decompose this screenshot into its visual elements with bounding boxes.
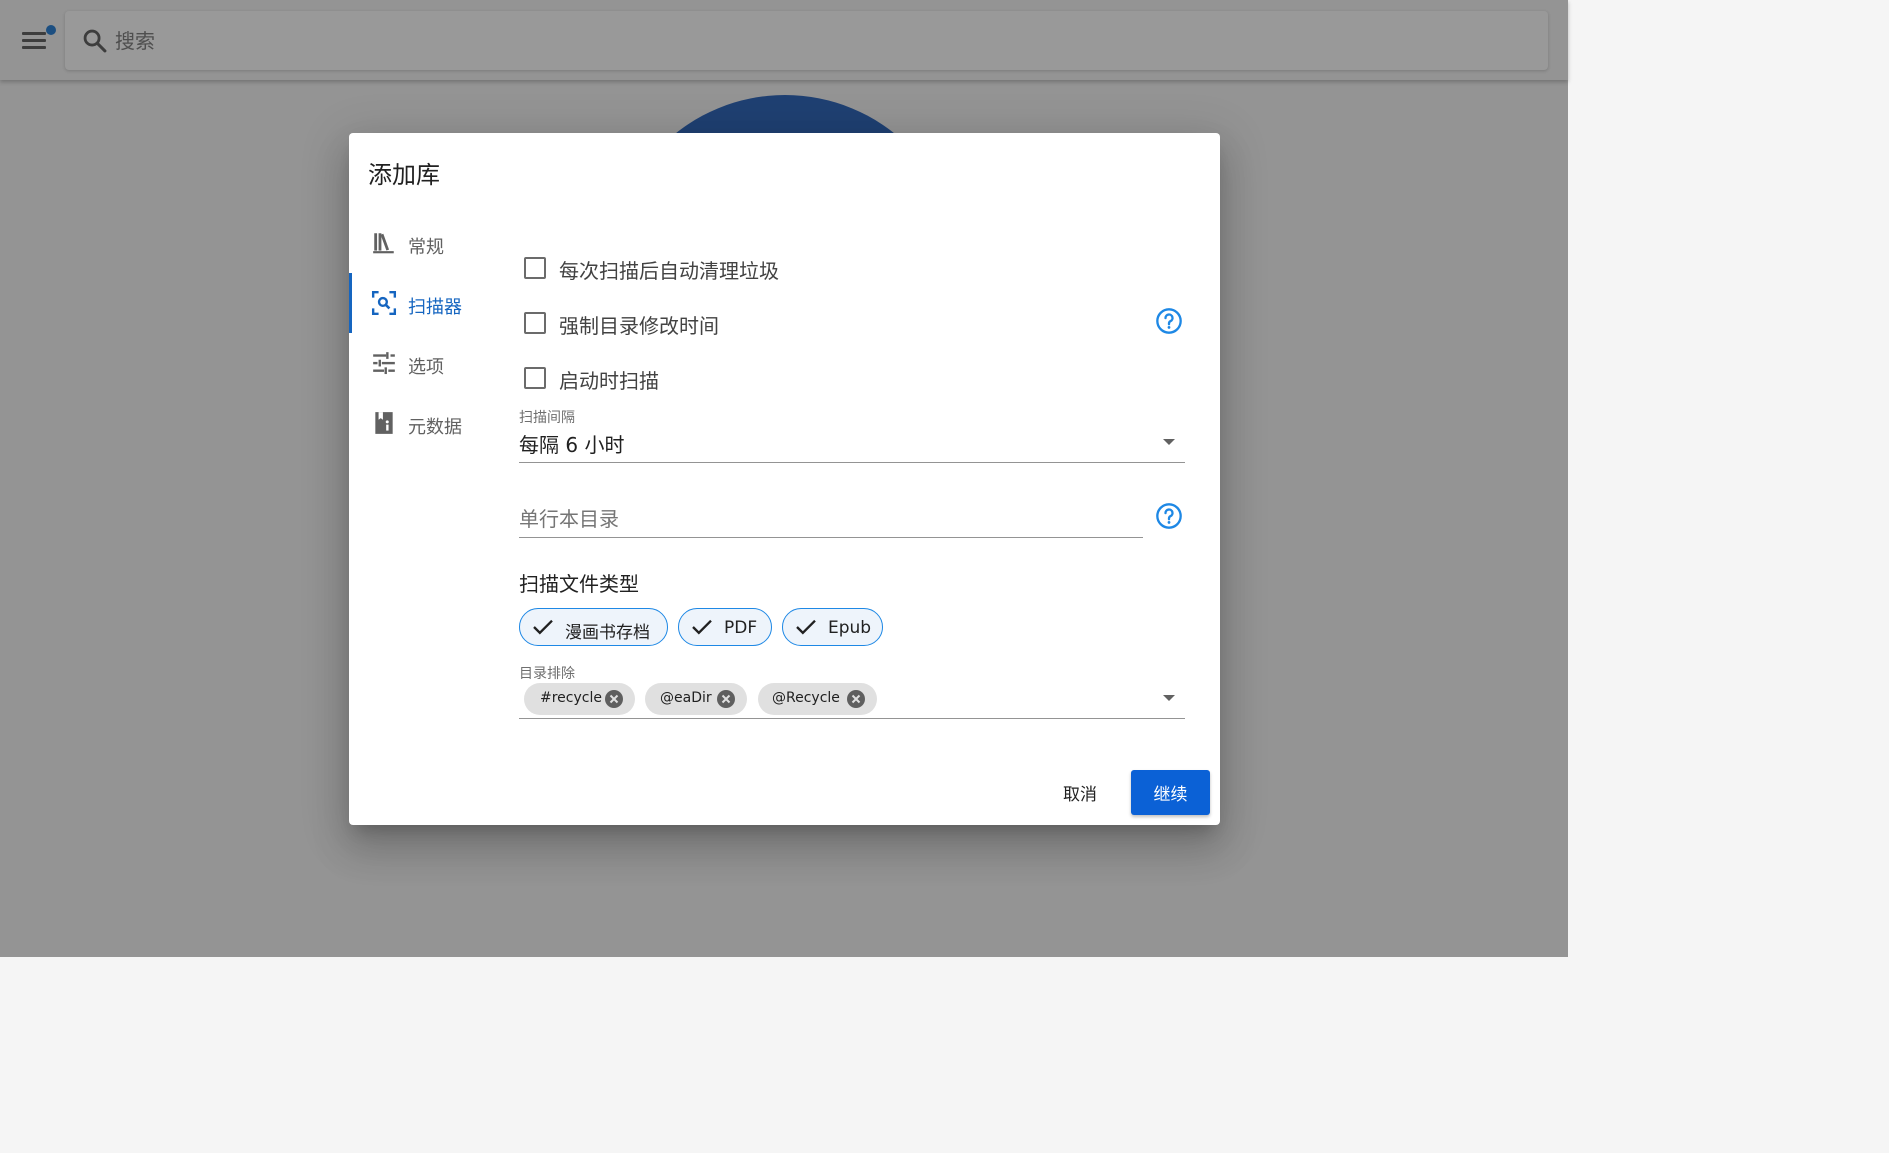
file-types-heading: 扫描文件类型: [519, 572, 639, 596]
file-type-chip-comic-archive[interactable]: 漫画书存档: [519, 608, 668, 646]
scan-interval-select[interactable]: 每隔 6 小时: [519, 425, 1185, 463]
file-type-chip-pdf[interactable]: PDF: [678, 608, 772, 646]
auto-empty-trash-checkbox[interactable]: 每次扫描后自动清理垃圾: [519, 247, 1189, 287]
close-circle-icon[interactable]: [846, 689, 866, 709]
book-info-icon: [375, 412, 393, 434]
scan-search-icon: [371, 290, 397, 316]
chip-label: #recycle: [540, 690, 602, 706]
library-books-icon: [373, 233, 394, 254]
tab-label: 常规: [408, 237, 444, 258]
exclusion-chip: #recycle: [524, 683, 635, 715]
tab-label: 扫描器: [408, 297, 462, 318]
scan-interval-value: 每隔 6 小时: [519, 433, 625, 457]
checkbox-label: 强制目录修改时间: [559, 314, 719, 338]
exclusion-chip: @eaDir: [645, 683, 747, 715]
chip-label: Epub: [828, 618, 872, 638]
close-circle-icon[interactable]: [604, 689, 624, 709]
checkbox-box[interactable]: [524, 312, 546, 334]
dialog-title: 添加库: [368, 161, 440, 189]
checkbox-box[interactable]: [524, 257, 546, 279]
check-icon: [533, 619, 553, 635]
continue-button[interactable]: 继续: [1131, 770, 1210, 815]
checkbox-box[interactable]: [524, 367, 546, 389]
select-underline: [519, 462, 1185, 463]
tune-sliders-icon: [373, 352, 395, 375]
oneshots-directory-field[interactable]: 单行本目录: [519, 495, 1143, 537]
dir-exclusions-label: 目录排除: [519, 666, 575, 682]
force-dir-modified-checkbox[interactable]: 强制目录修改时间: [519, 302, 1189, 342]
checkbox-label: 每次扫描后自动清理垃圾: [559, 259, 779, 283]
text-field-underline: [519, 537, 1143, 538]
chevron-down-icon[interactable]: [1163, 695, 1175, 701]
scan-interval-label: 扫描间隔: [519, 410, 575, 426]
oneshots-directory-label: 单行本目录: [519, 507, 619, 531]
chip-label: PDF: [724, 618, 758, 638]
add-library-dialog: 添加库 常规 扫描器 选项 元数据 每次扫描后自动清理垃圾 强制目录修改时间 启…: [349, 133, 1220, 825]
chip-label: @eaDir: [660, 690, 712, 706]
tab-metadata[interactable]: 元数据: [349, 393, 489, 453]
cancel-button[interactable]: 取消: [1048, 770, 1112, 814]
tab-general[interactable]: 常规: [349, 213, 489, 273]
checkbox-label: 启动时扫描: [559, 369, 659, 393]
check-icon: [692, 619, 712, 635]
dir-exclusions-combobox[interactable]: #recycle @eaDir @Recycle: [519, 681, 1185, 719]
file-type-chip-epub[interactable]: Epub: [782, 608, 883, 646]
combobox-underline: [519, 718, 1185, 719]
chip-label: 漫画书存档: [565, 623, 650, 643]
help-icon[interactable]: [1155, 502, 1183, 530]
chip-label: @Recycle: [772, 690, 840, 706]
help-icon[interactable]: [1155, 307, 1183, 335]
close-circle-icon[interactable]: [716, 689, 736, 709]
dialog-tabs: 常规 扫描器 选项 元数据: [349, 213, 489, 453]
exclusion-chip: @Recycle: [758, 683, 877, 715]
scan-on-startup-checkbox[interactable]: 启动时扫描: [519, 357, 1189, 397]
tab-label: 选项: [408, 357, 444, 378]
chevron-down-icon: [1163, 439, 1175, 445]
check-icon: [796, 619, 816, 635]
tab-options[interactable]: 选项: [349, 333, 489, 393]
tab-scanner[interactable]: 扫描器: [349, 273, 489, 333]
tab-label: 元数据: [408, 417, 462, 438]
